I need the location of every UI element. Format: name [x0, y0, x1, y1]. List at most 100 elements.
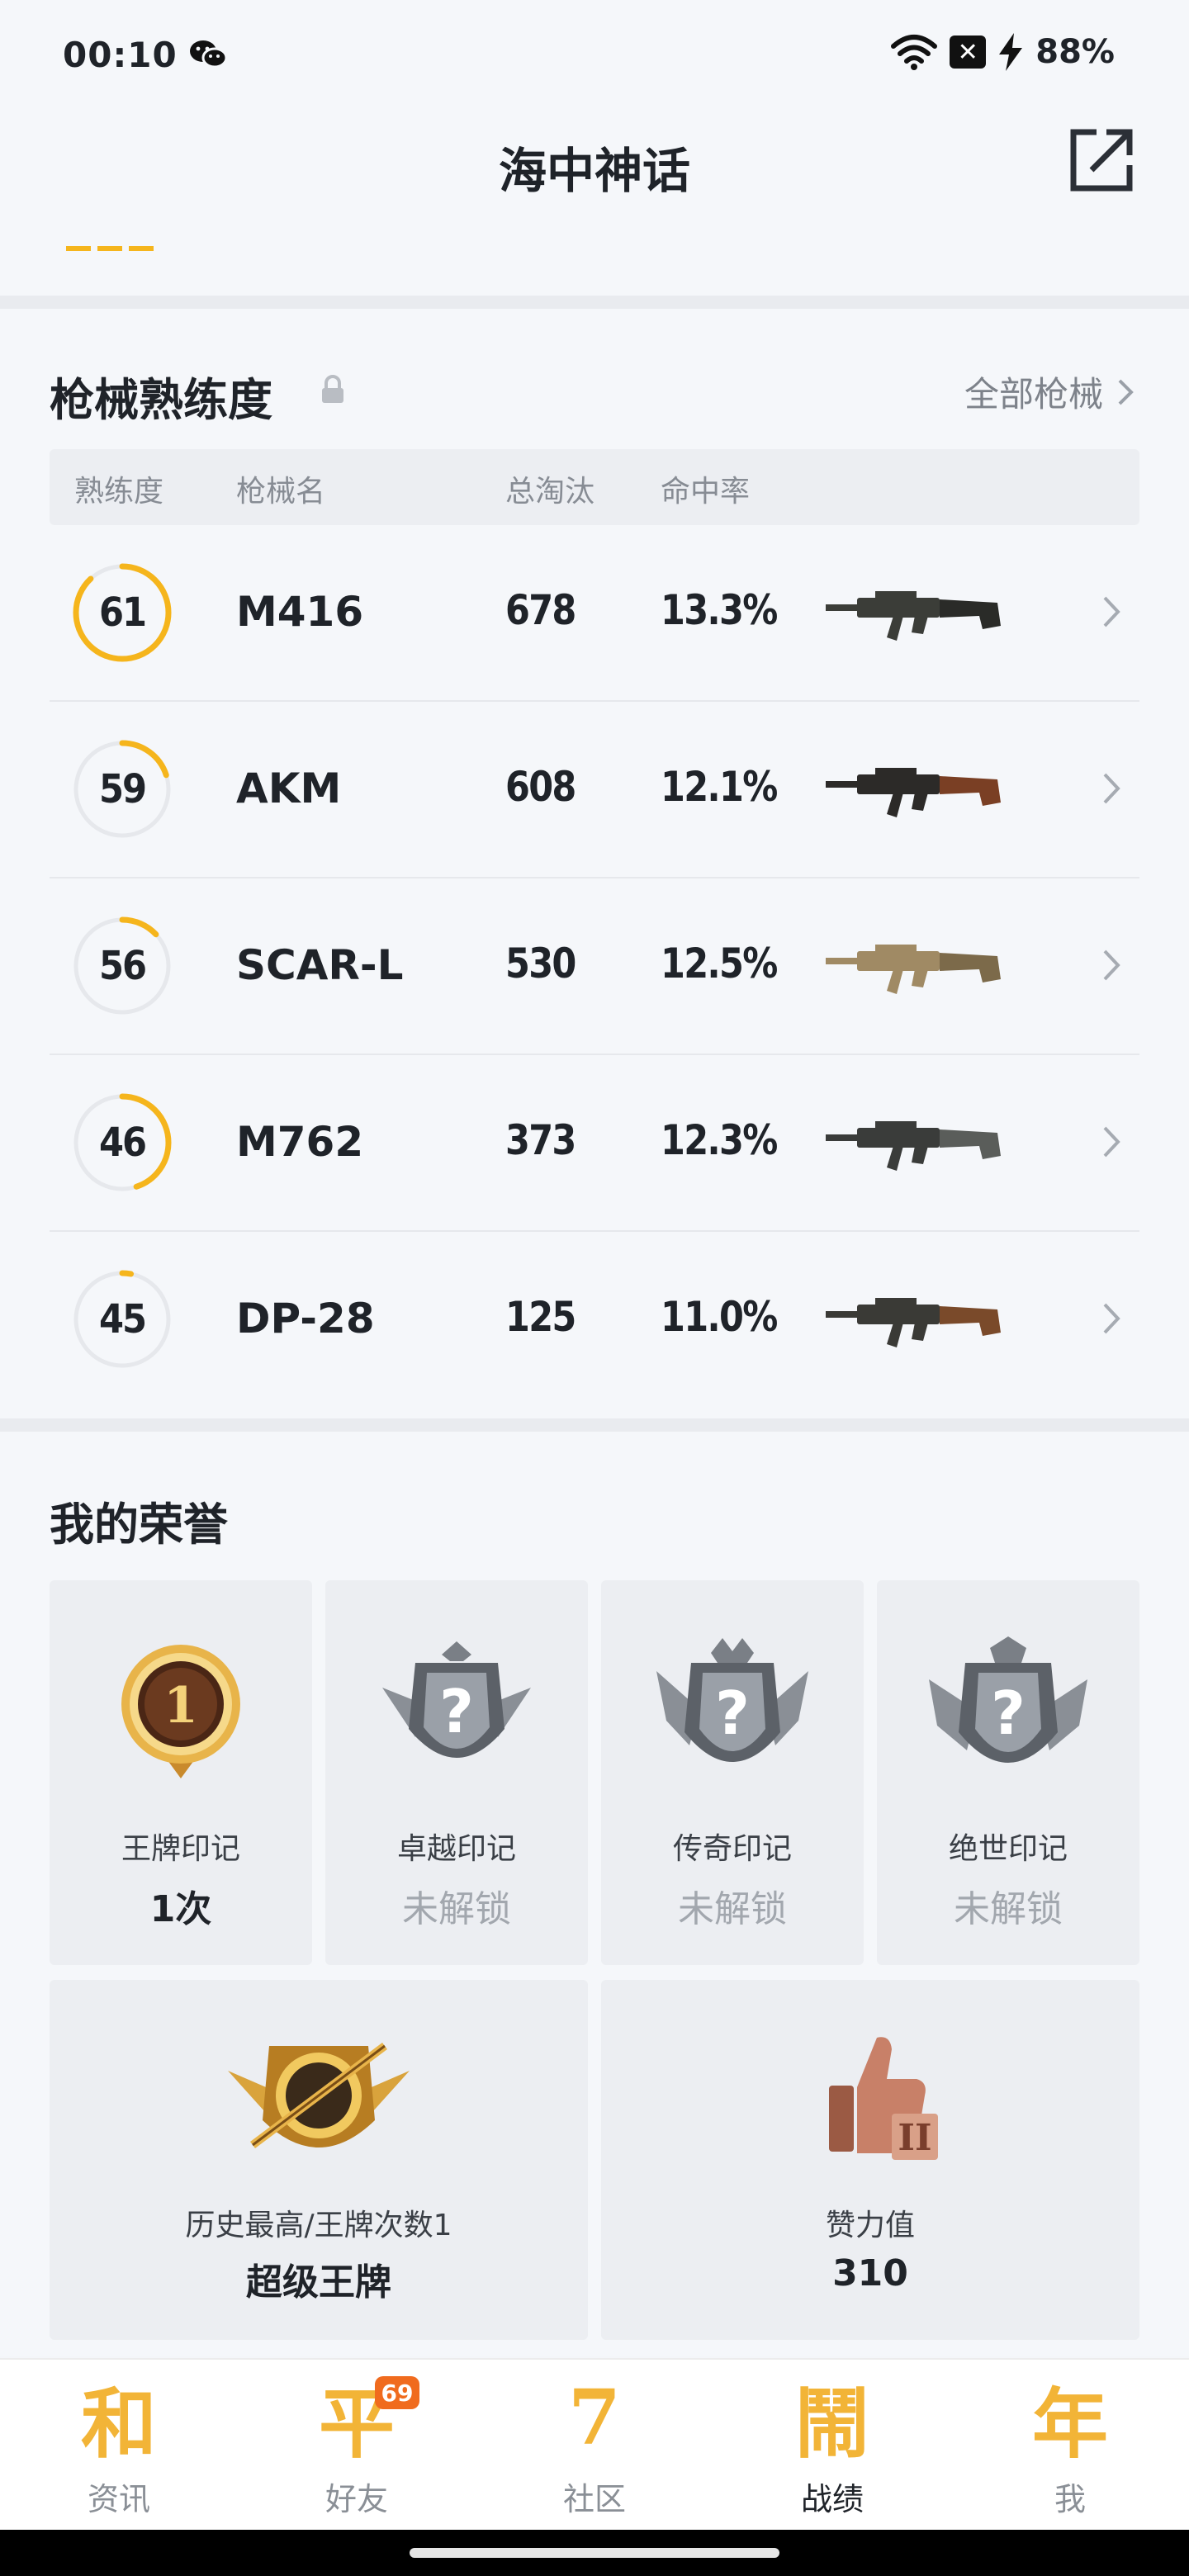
tab-community[interactable]: 7 社区	[476, 2360, 713, 2531]
weapon-accuracy: 11.0%	[661, 1293, 778, 1341]
weapon-row[interactable]: 56 SCAR-L 530 12.5%	[50, 878, 1139, 1055]
weapon-eliminations: 608	[505, 763, 576, 811]
status-time: 00:10	[63, 35, 178, 75]
weapon-accuracy: 13.3%	[661, 586, 778, 634]
chevron-right-icon	[1103, 596, 1120, 627]
col-eliminations: 总淘汰	[505, 475, 595, 509]
weapon-eliminations: 530	[505, 940, 576, 987]
me-tab-icon: 年	[1031, 2379, 1108, 2469]
weapon-proficiency-title: 枪械熟练度	[50, 374, 272, 426]
weapon-eliminations: 678	[505, 586, 576, 634]
status-bar: 00:10 ✕ 88%	[0, 0, 1189, 107]
chevron-right-icon	[1103, 1126, 1120, 1158]
ace-medal-icon: 1	[121, 1645, 240, 1778]
svg-text:1: 1	[163, 1677, 198, 1735]
honor-label: 赞力值	[825, 2209, 915, 2242]
honor-value: 未解锁	[954, 1888, 1063, 1930]
col-proficiency: 熟练度	[74, 475, 164, 509]
weapon-name: M762	[236, 1118, 364, 1166]
weapon-row[interactable]: 61 M416 678 13.3%	[50, 525, 1139, 702]
tab-label: 资讯	[87, 2481, 150, 2517]
proficiency-level: 56	[98, 943, 147, 989]
honor-label: 王牌印记	[121, 1832, 240, 1866]
dp-28-lmg-icon	[826, 1298, 1001, 1347]
honor-label: 绝世印记	[948, 1832, 1068, 1866]
share-icon[interactable]	[1067, 125, 1136, 195]
honor-tile-ace[interactable]: 1 王牌印记 1次	[50, 1580, 312, 1965]
honor-tile-peerless[interactable]: ? 绝世印记 未解锁	[877, 1580, 1139, 1965]
no-sim-icon: ✕	[950, 36, 987, 69]
tab-news[interactable]: 和 资讯	[0, 2360, 238, 2531]
svg-text:?: ?	[439, 1677, 474, 1746]
system-nav-bar	[0, 2530, 1189, 2576]
page-title: 海中神话	[498, 143, 690, 199]
weapon-name: SCAR-L	[236, 941, 404, 989]
weapon-accuracy: 12.5%	[661, 940, 778, 987]
wifi-icon	[891, 35, 938, 70]
chevron-right-icon	[1103, 949, 1120, 981]
weapon-eliminations: 125	[505, 1293, 576, 1341]
tab-label: 社区	[562, 2481, 626, 2517]
proficiency-level: 45	[98, 1296, 147, 1342]
home-indicator[interactable]	[410, 2548, 779, 2558]
community-tab-icon: 7	[567, 2373, 621, 2462]
notification-badge: 69	[375, 2376, 419, 2409]
svg-text:?: ?	[715, 1679, 750, 1748]
honor-value: 未解锁	[678, 1888, 787, 1930]
battery-percent: 88%	[1035, 33, 1115, 71]
honor-value: 未解锁	[402, 1888, 511, 1930]
all-weapons-label: 全部枪械	[964, 374, 1103, 414]
tab-friends[interactable]: 平 69 好友	[238, 2360, 476, 2531]
locked-crest-icon: ?	[382, 1641, 531, 1758]
tab-me[interactable]: 年 我	[951, 2360, 1189, 2531]
locked-crest-icon: ?	[929, 1636, 1087, 1763]
weapon-row[interactable]: 46 M762 373 12.3%	[50, 1055, 1139, 1232]
scrolled-section-remnant	[0, 223, 1189, 296]
bottom-tab-bar: 和 资讯 平 69 好友 7 社区 鬧 战绩 年 我	[0, 2358, 1189, 2530]
app-header: 海中神话	[0, 107, 1189, 223]
weapon-name: DP-28	[236, 1295, 375, 1342]
section-divider	[0, 296, 1189, 309]
weapons-table-header: 熟练度 枪械名 总淘汰 命中率	[50, 449, 1139, 525]
wechat-icon	[190, 40, 228, 69]
records-tab-icon: 鬧	[793, 2379, 870, 2469]
honor-tile-highest-rank[interactable]: 历史最高/王牌次数1 超级王牌	[50, 1980, 588, 2340]
svg-text:?: ?	[991, 1679, 1026, 1748]
col-weapon-name: 枪械名	[236, 475, 326, 509]
tab-label: 好友	[324, 2481, 388, 2517]
all-weapons-link[interactable]: 全部枪械	[964, 367, 1136, 417]
m416-rifle-icon	[826, 591, 1001, 641]
news-tab-icon: 和	[80, 2379, 157, 2469]
honors-title: 我的荣誉	[50, 1499, 228, 1551]
weapon-eliminations: 373	[505, 1116, 576, 1164]
charging-icon	[999, 33, 1023, 71]
chevron-right-icon	[1118, 379, 1134, 405]
section-divider	[0, 1418, 1189, 1432]
honors-card: 我的荣誉 1 王牌印记 1次 ? 卓越印记 未解锁 ? 传奇印记 未解锁 ? 绝…	[0, 1432, 1189, 2356]
honor-value: 超级王牌	[246, 2261, 391, 2304]
honor-tile-excellence[interactable]: ? 卓越印记 未解锁	[325, 1580, 588, 1965]
honor-value: 1次	[149, 1888, 212, 1930]
col-accuracy: 命中率	[661, 475, 751, 509]
weapon-accuracy: 12.1%	[661, 763, 778, 811]
thumbs-up-trophy-icon: II	[829, 2037, 938, 2160]
honor-label: 传奇印记	[672, 1832, 792, 1866]
honor-label: 历史最高/王牌次数1	[185, 2209, 452, 2242]
honor-label: 卓越印记	[396, 1832, 516, 1866]
honor-tile-likes[interactable]: II 赞力值 310	[601, 1980, 1139, 2340]
svg-text:II: II	[898, 2117, 931, 2159]
weapons-table-body: 61 M416 678 13.3% 59 AKM 608 12.1% 56 SCAR-L 530 12…	[50, 525, 1139, 1409]
honor-tile-legend[interactable]: ? 传奇印记 未解锁	[601, 1580, 864, 1965]
super-ace-badge-icon	[228, 2043, 410, 2148]
tab-indicator	[66, 246, 159, 251]
weapon-row[interactable]: 45 DP-28 125 11.0%	[50, 1232, 1139, 1409]
honor-value: 310	[832, 2252, 908, 2294]
chevron-right-icon	[1103, 1303, 1120, 1334]
scar-l-rifle-icon	[826, 945, 1001, 994]
weapon-row[interactable]: 59 AKM 608 12.1%	[50, 702, 1139, 878]
tab-records[interactable]: 鬧 战绩	[713, 2360, 951, 2531]
weapon-accuracy: 12.3%	[661, 1116, 778, 1164]
tab-label: 战绩	[800, 2481, 864, 2517]
weapon-name: M416	[236, 588, 364, 636]
lock-icon	[322, 375, 343, 403]
